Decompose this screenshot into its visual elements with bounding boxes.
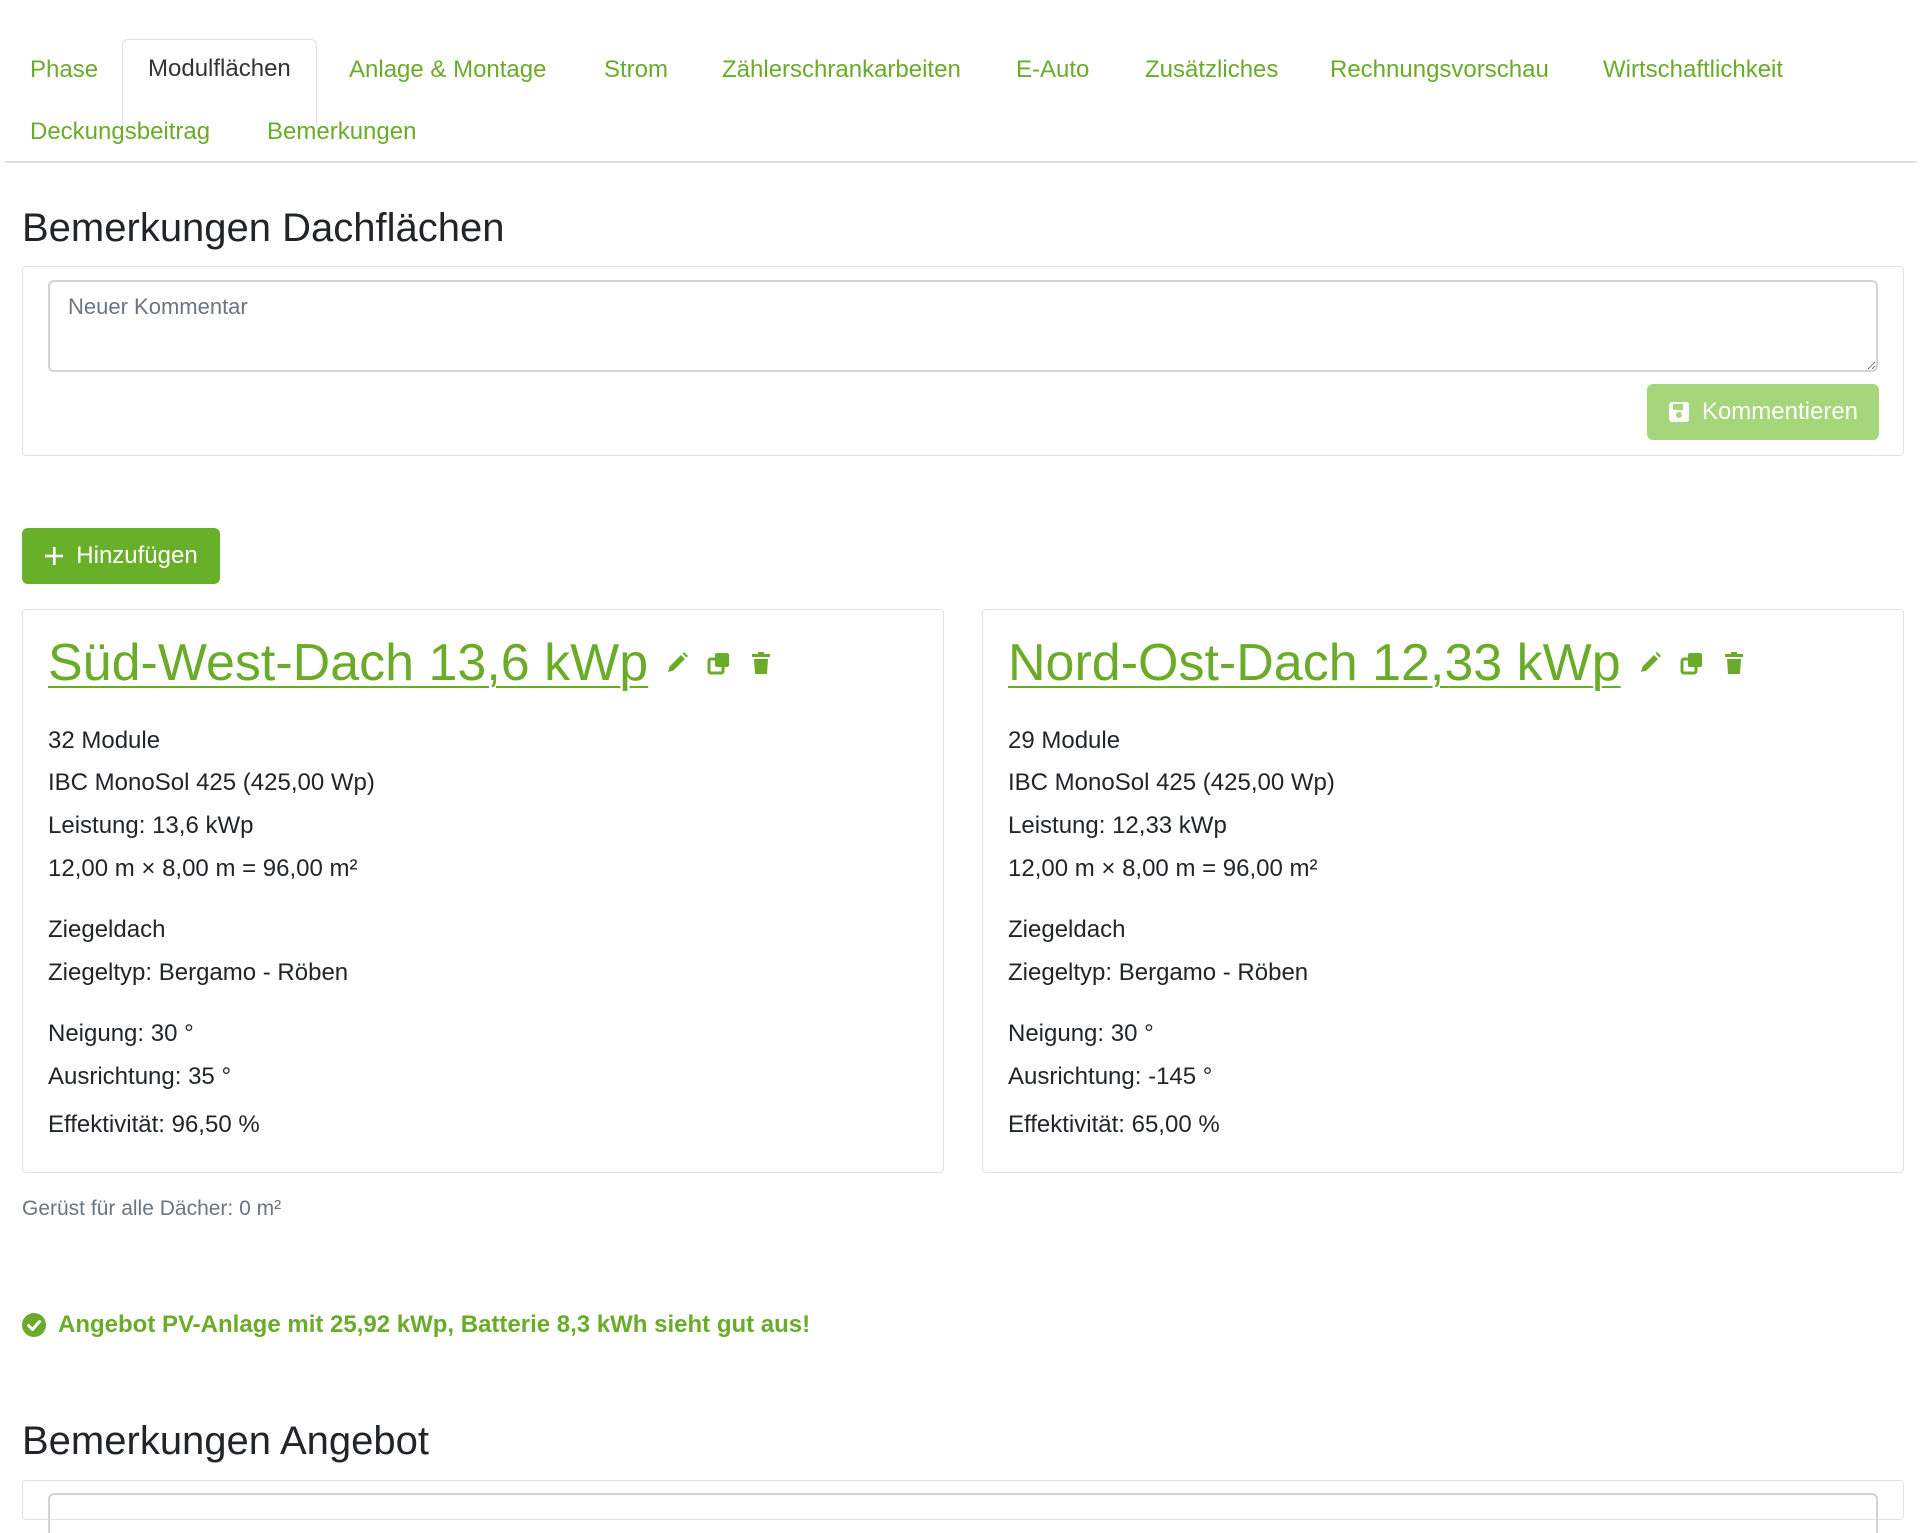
offer-comment-input[interactable]: [48, 1493, 1878, 1533]
tab-rechnungsvorschau[interactable]: Rechnungsvorschau: [1330, 55, 1549, 85]
tab-bemerkungen[interactable]: Bemerkungen: [267, 117, 416, 147]
offer-comments-title: Bemerkungen Angebot: [22, 1419, 429, 1463]
roof-card: Süd-West-Dach 13,6 kWp 32 Module IBC Mon…: [22, 609, 944, 1173]
roof-comments-panel: Kommentieren: [22, 266, 1904, 456]
copy-icon[interactable]: [1679, 650, 1705, 676]
tab-anlage-montage[interactable]: Anlage & Montage: [349, 55, 546, 85]
roof-card-title-link[interactable]: Nord-Ost-Dach 12,33 kWp: [1008, 628, 1621, 698]
roof-card-module-type: IBC MonoSol 425 (425,00 Wp): [48, 769, 375, 796]
roof-card-tilt: Neigung: 30 °: [48, 1020, 194, 1047]
roof-card: Nord-Ost-Dach 12,33 kWp 29 Module IBC Mo…: [982, 609, 1904, 1173]
tab-e-auto[interactable]: E-Auto: [1016, 55, 1089, 85]
tab-zaehlerschrankarbeiten[interactable]: Zählerschrankarbeiten: [722, 55, 961, 85]
edit-icon[interactable]: [664, 650, 690, 676]
roof-card-area: 12,00 m × 8,00 m = 96,00 m²: [48, 855, 358, 882]
tab-deckungsbeitrag[interactable]: Deckungsbeitrag: [30, 117, 210, 147]
save-icon: [1668, 401, 1690, 423]
edit-icon[interactable]: [1637, 650, 1663, 676]
add-roof-label: Hinzufügen: [76, 542, 198, 569]
roof-card-roof-type: Ziegeldach: [1008, 916, 1126, 943]
offer-status: Angebot PV-Anlage mit 25,92 kWp, Batteri…: [22, 1311, 810, 1339]
roof-card-efficiency: Effektivität: 96,50 %: [48, 1111, 260, 1138]
offer-status-text: Angebot PV-Anlage mit 25,92 kWp, Batteri…: [58, 1311, 811, 1338]
roof-card-tile-type: Ziegeltyp: Bergamo - Röben: [1008, 959, 1309, 986]
roof-card-power: Leistung: 13,6 kWp: [48, 812, 254, 839]
roof-card-orientation: Ausrichtung: 35 °: [48, 1063, 232, 1090]
comment-submit-label: Kommentieren: [1701, 398, 1859, 425]
tab-phase[interactable]: Phase: [30, 55, 98, 85]
comment-submit-button[interactable]: Kommentieren: [1647, 384, 1879, 440]
roof-card-orientation: Ausrichtung: -145 °: [1008, 1063, 1213, 1090]
copy-icon[interactable]: [706, 650, 732, 676]
roof-card-power: Leistung: 12,33 kWp: [1008, 812, 1227, 839]
roof-card-roof-type: Ziegeldach: [48, 916, 166, 943]
roof-card-module-type: IBC MonoSol 425 (425,00 Wp): [1008, 769, 1335, 796]
roof-card-header: Nord-Ost-Dach 12,33 kWp: [1008, 628, 1747, 698]
tab-zusaetzliches[interactable]: Zusätzliches: [1145, 55, 1278, 85]
roof-card-modules: 29 Module: [1008, 727, 1121, 754]
roof-card-title-link[interactable]: Süd-West-Dach 13,6 kWp: [48, 628, 648, 698]
tab-bar: Phase Modulflächen Anlage & Montage Stro…: [5, 39, 1917, 163]
roof-comments-title: Bemerkungen Dachflächen: [22, 206, 505, 250]
roof-card-header: Süd-West-Dach 13,6 kWp: [48, 628, 774, 698]
roof-card-efficiency: Effektivität: 65,00 %: [1008, 1111, 1220, 1138]
trash-icon[interactable]: [1721, 650, 1747, 676]
scaffold-note: Gerüst für alle Dächer: 0 m²: [22, 1197, 282, 1220]
tab-strom[interactable]: Strom: [604, 55, 668, 85]
roof-card-area: 12,00 m × 8,00 m = 96,00 m²: [1008, 855, 1318, 882]
roof-card-tilt: Neigung: 30 °: [1008, 1020, 1154, 1047]
tab-modulflaechen[interactable]: Modulflächen: [122, 39, 317, 125]
new-comment-input[interactable]: [48, 280, 1878, 372]
trash-icon[interactable]: [748, 650, 774, 676]
roof-card-tile-type: Ziegeltyp: Bergamo - Röben: [48, 959, 349, 986]
offer-comments-panel: [22, 1480, 1904, 1533]
add-roof-button[interactable]: Hinzufügen: [22, 528, 220, 584]
roof-card-modules: 32 Module: [48, 727, 161, 754]
tab-wirtschaftlichkeit[interactable]: Wirtschaftlichkeit: [1603, 55, 1783, 85]
check-circle-icon: [22, 1313, 46, 1337]
plus-icon: [44, 546, 64, 566]
